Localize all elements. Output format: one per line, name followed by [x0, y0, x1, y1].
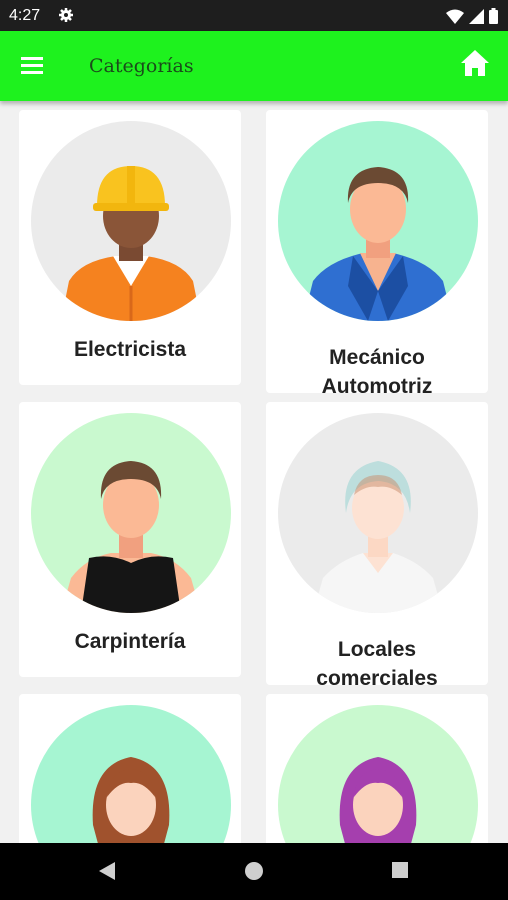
avatar-woman-brown-hair — [31, 705, 231, 843]
category-card-electricista[interactable]: Electricista — [19, 110, 241, 385]
avatar-electricista — [31, 121, 231, 321]
recents-icon[interactable] — [391, 861, 409, 884]
category-card-carpinteria[interactable]: Carpintería — [19, 402, 241, 677]
category-card-locales[interactable]: Locales comerciales — [266, 402, 488, 690]
category-label-text: Locales comerciales — [316, 638, 438, 690]
status-bar: 4:27 — [0, 0, 508, 31]
category-label-locales: Locales comerciales — [266, 635, 488, 693]
app-bar: Categorías — [0, 31, 508, 101]
page-title: Categorías — [89, 55, 194, 77]
category-label-mecanico: Mecánico Automotriz — [266, 343, 488, 401]
menu-icon[interactable] — [20, 54, 46, 81]
category-label-electricista: Electricista — [73, 338, 187, 361]
category-grid: Electricista Mecánico Automotriz Carpint… — [0, 101, 508, 843]
status-time: 4:27 — [9, 7, 41, 24]
cell-signal-icon — [469, 8, 484, 24]
avatar-locales — [278, 413, 478, 613]
wifi-icon — [446, 9, 464, 24]
category-label-carpinteria: Carpintería — [74, 630, 186, 653]
avatar-woman-purple-hair — [278, 705, 478, 843]
avatar-carpinteria — [31, 413, 231, 613]
home-nav-icon[interactable] — [244, 861, 264, 886]
category-card-5[interactable] — [19, 694, 241, 843]
battery-icon — [489, 8, 498, 24]
navigation-bar — [0, 843, 508, 900]
settings-gear-icon — [58, 7, 74, 28]
home-icon[interactable] — [460, 49, 490, 82]
back-icon[interactable] — [98, 861, 116, 886]
category-card-6[interactable] — [266, 694, 488, 843]
category-card-mecanico[interactable]: Mecánico Automotriz — [266, 110, 488, 398]
avatar-mecanico — [278, 121, 478, 321]
category-label-text: Mecánico Automotriz — [321, 346, 433, 398]
